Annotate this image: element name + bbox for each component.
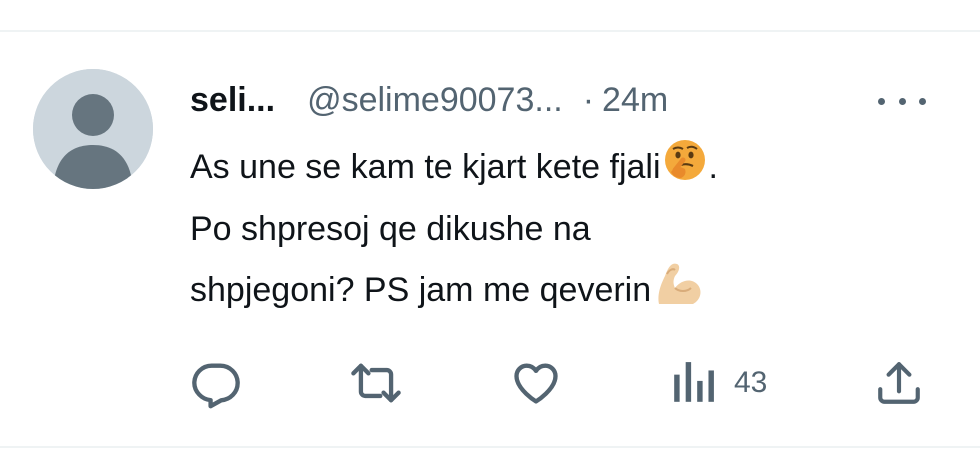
avatar[interactable] — [33, 69, 153, 189]
tweet-text-segment: As une se kam te kjart kete fjali — [190, 148, 661, 186]
share-button[interactable] — [874, 356, 924, 410]
views-count: 43 — [734, 366, 768, 399]
like-icon — [514, 363, 558, 404]
author-name[interactable]: seli... — [190, 81, 275, 120]
more-dot — [878, 97, 885, 105]
tweet-text-line-3: shpjegoni? PS jam me qeverin — [190, 258, 910, 326]
tweet-top-divider — [0, 30, 980, 32]
thinking-face-emoji — [663, 138, 707, 200]
retweet-button[interactable] — [348, 356, 404, 410]
tweet-text: As une se kam te kjart kete fjali . Po s… — [190, 138, 910, 326]
tweet-actions: 43 — [190, 356, 930, 410]
header-separator: · — [582, 80, 595, 119]
share-icon — [878, 362, 920, 404]
tweet-text-line-1: As une se kam te kjart kete fjali . — [190, 138, 910, 200]
tweet-bottom-divider — [0, 446, 980, 448]
tweet-text-line-2: Po shpresoj qe dikushe na — [190, 210, 591, 249]
like-button[interactable] — [510, 356, 562, 410]
author-handle[interactable]: @selime90073... — [307, 81, 563, 120]
tweet-header: seli... @selime90073... · 24m — [190, 76, 930, 124]
reply-button[interactable] — [190, 356, 242, 410]
flexed-biceps-emoji — [653, 258, 705, 326]
default-avatar-icon — [33, 69, 153, 189]
retweet-icon — [351, 363, 401, 403]
views-button[interactable]: 43 — [670, 356, 767, 410]
tweet-text-period: . — [708, 148, 718, 186]
tweet-timestamp[interactable]: 24m — [602, 81, 668, 120]
more-dot — [919, 97, 926, 105]
tweet-text-segment: shpjegoni? PS jam me qeverin — [190, 271, 652, 309]
reply-icon — [192, 363, 240, 409]
views-icon — [674, 362, 714, 402]
more-dot — [898, 97, 906, 105]
more-icon[interactable] — [878, 86, 926, 116]
